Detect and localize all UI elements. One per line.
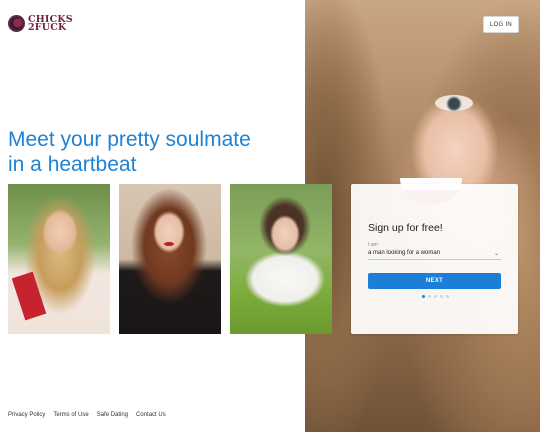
terms-of-use-link[interactable]: Terms of Use — [53, 412, 88, 418]
step-indicator — [422, 295, 449, 298]
step-dot — [440, 295, 443, 298]
next-button[interactable]: NEXT — [368, 273, 501, 289]
step-dot — [446, 295, 449, 298]
logo-text-line2: 2FUCK — [28, 21, 67, 33]
login-button[interactable]: LOG IN — [483, 16, 519, 33]
landing-page: CHICKS 2FUCK LOG IN Meet your pretty sou… — [0, 0, 540, 432]
page-headline: Meet your pretty soulmate in a heartbeat — [8, 127, 298, 177]
logo-mark-icon — [8, 15, 25, 32]
gender-preference-value: a man looking for a woman — [368, 250, 441, 256]
logo-text: CHICKS 2FUCK — [28, 14, 73, 33]
site-logo[interactable]: CHICKS 2FUCK — [8, 14, 73, 33]
hero-photo-eye — [435, 95, 473, 111]
gender-preference-select[interactable]: a man looking for a woman ⌄ — [368, 247, 501, 260]
signup-title: Sign up for free! — [368, 222, 443, 234]
signup-form: Sign up for free! I am a man looking for… — [351, 184, 518, 334]
profile-photo-blonde-woman — [8, 184, 110, 334]
profile-photo-brunette-woman — [230, 184, 332, 334]
chevron-down-icon: ⌄ — [493, 251, 499, 257]
privacy-policy-link[interactable]: Privacy Policy — [8, 412, 45, 418]
safe-dating-link[interactable]: Safe Dating — [97, 412, 128, 418]
headline-line1: Meet your pretty soulmate — [8, 128, 251, 151]
contact-us-link[interactable]: Contact Us — [136, 412, 166, 418]
profile-photo-redhead-woman — [119, 184, 221, 334]
footer-links: Privacy Policy Terms of Use Safe Dating … — [8, 412, 166, 418]
red-lips — [164, 242, 174, 246]
headline-line2: in a heartbeat — [8, 153, 137, 176]
step-dot — [428, 295, 431, 298]
red-book — [11, 271, 47, 321]
step-dot — [434, 295, 437, 298]
step-dot — [422, 295, 425, 298]
